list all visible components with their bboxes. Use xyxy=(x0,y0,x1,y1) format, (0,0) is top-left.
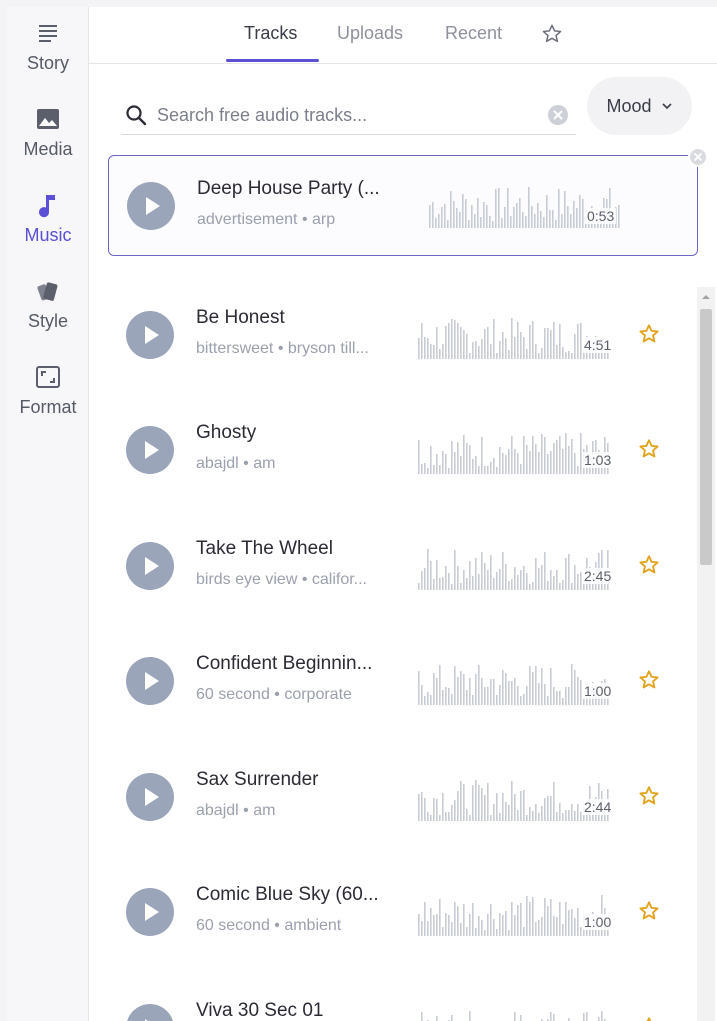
close-icon xyxy=(694,153,702,161)
favorite-button[interactable] xyxy=(638,785,660,807)
play-button[interactable] xyxy=(127,182,175,230)
track-duration: 2:44 xyxy=(582,799,614,815)
sidebar-item-label: Story xyxy=(26,53,69,73)
track-title: Comic Blue Sky (60... xyxy=(196,884,379,905)
mood-label: Mood xyxy=(606,95,652,116)
track-waveform[interactable] xyxy=(418,1006,610,1021)
play-icon xyxy=(145,903,159,921)
track-title: Deep House Party (... xyxy=(197,178,380,199)
play-icon xyxy=(146,197,160,215)
track-duration: 4:51 xyxy=(582,337,614,353)
track-tags: birds eye view • califor... xyxy=(196,571,367,588)
scroll-thumb[interactable] xyxy=(700,309,712,565)
sidebar-item-label: Music xyxy=(24,225,72,245)
tab-bar: Tracks Uploads Recent xyxy=(89,7,717,64)
mood-dropdown[interactable]: Mood xyxy=(587,77,692,135)
play-button[interactable] xyxy=(126,888,174,936)
track-tags: 60 second • ambient xyxy=(196,917,342,934)
track-title: Take The Wheel xyxy=(196,538,333,559)
sidebar-item-media[interactable]: Media xyxy=(7,107,89,187)
play-icon xyxy=(145,1019,149,1021)
play-button[interactable] xyxy=(126,1004,174,1021)
track-row[interactable]: Comic Blue Sky (60... 60 second • ambient… xyxy=(108,862,698,963)
favorite-button[interactable] xyxy=(638,669,660,691)
track-tags: abajdl • am xyxy=(196,802,276,819)
sidebar-item-story[interactable]: Story xyxy=(7,21,89,101)
chevron-down-icon xyxy=(661,103,672,110)
sidebar-item-music[interactable]: Music xyxy=(7,193,89,273)
scrollbar[interactable] xyxy=(697,287,715,1021)
sidebar: Story Media Music Style Format xyxy=(7,7,89,1021)
clear-search-button[interactable] xyxy=(548,105,568,125)
tab-favorites[interactable] xyxy=(541,23,563,50)
track-title: Sax Surrender xyxy=(196,769,319,790)
favorite-button[interactable] xyxy=(638,438,660,460)
star-outline-icon xyxy=(542,24,562,43)
sidebar-item-label: Media xyxy=(23,139,73,159)
favorite-button[interactable] xyxy=(638,900,660,922)
track-tags: abajdl • am xyxy=(196,455,276,472)
star-outline-icon xyxy=(639,786,659,805)
scroll-up-arrow-icon[interactable] xyxy=(701,293,711,301)
play-icon xyxy=(145,441,159,459)
play-button[interactable] xyxy=(126,657,174,705)
track-row[interactable]: Sax Surrender abajdl • am 2:44 xyxy=(108,747,698,848)
track-row[interactable]: Confident Beginnin... 60 second • corpora… xyxy=(108,631,698,732)
track-row[interactable]: Viva 30 Sec 01 xyxy=(108,978,698,1021)
track-title: Confident Beginnin... xyxy=(196,653,373,674)
tab-recent[interactable]: Recent xyxy=(445,23,502,44)
sidebar-item-format[interactable]: Format xyxy=(7,365,89,445)
track-title: Viva 30 Sec 01 xyxy=(196,1000,324,1021)
play-icon xyxy=(145,557,159,575)
aspect-ratio-icon xyxy=(7,365,89,395)
sidebar-item-style[interactable]: Style xyxy=(7,279,89,359)
play-icon xyxy=(145,672,159,690)
star-outline-icon xyxy=(639,324,659,343)
tab-tracks[interactable]: Tracks xyxy=(244,23,297,44)
remove-track-button[interactable] xyxy=(688,147,708,167)
music-panel: Story Media Music Style Format Tracks Up… xyxy=(7,7,717,1021)
star-outline-icon xyxy=(639,901,659,920)
track-row[interactable]: Ghosty abajdl • am 1:03 xyxy=(108,400,698,501)
track-tags: bittersweet • bryson till... xyxy=(196,340,369,357)
star-outline-icon xyxy=(639,439,659,458)
play-button[interactable] xyxy=(126,773,174,821)
play-button[interactable] xyxy=(126,426,174,474)
track-duration: 2:45 xyxy=(582,568,614,584)
search-input[interactable] xyxy=(157,101,527,129)
image-icon xyxy=(7,107,89,137)
track-title: Ghosty xyxy=(196,422,257,443)
favorite-button[interactable] xyxy=(638,1016,660,1021)
track-duration: 1:00 xyxy=(582,914,614,930)
search-icon xyxy=(125,104,147,131)
tab-uploads[interactable]: Uploads xyxy=(337,23,403,44)
sidebar-item-label: Style xyxy=(27,311,69,331)
menu-lines-icon xyxy=(7,21,89,51)
track-row[interactable]: Be Honest bittersweet • bryson till... 4:5… xyxy=(108,285,698,386)
star-outline-icon xyxy=(639,670,659,689)
search-bar xyxy=(121,95,576,135)
active-tab-indicator xyxy=(226,59,319,62)
favorite-button[interactable] xyxy=(638,554,660,576)
track-duration: 1:03 xyxy=(582,452,614,468)
selected-track-card[interactable]: Deep House Party (... advertisement • ar… xyxy=(108,155,698,256)
track-row[interactable]: Take The Wheel birds eye view • califor..… xyxy=(108,516,698,617)
play-icon xyxy=(145,788,159,806)
track-duration: 0:53 xyxy=(585,208,617,224)
track-duration: 1:00 xyxy=(582,683,614,699)
style-cards-icon xyxy=(7,279,89,309)
track-tags: advertisement • arp xyxy=(197,211,336,228)
play-button[interactable] xyxy=(126,311,174,359)
star-outline-icon xyxy=(639,555,659,574)
track-title: Be Honest xyxy=(196,307,285,328)
track-tags: 60 second • corporate xyxy=(196,686,352,703)
star-outline-icon xyxy=(646,1017,652,1021)
play-button[interactable] xyxy=(126,542,174,590)
close-icon xyxy=(553,110,563,120)
play-icon xyxy=(145,326,159,344)
sidebar-item-label: Format xyxy=(19,397,77,417)
favorite-button[interactable] xyxy=(638,323,660,345)
music-note-icon xyxy=(7,193,89,223)
